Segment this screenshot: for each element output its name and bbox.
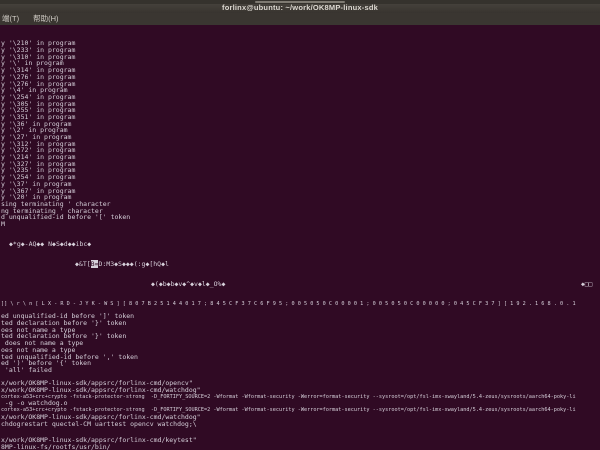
terminal-line: y '\272' in program: [1, 147, 576, 154]
terminal-line: y '\27' in program: [1, 134, 576, 141]
terminal-line: y '\314' in program: [1, 67, 576, 74]
terminal-line: y '\235' in program: [1, 167, 576, 174]
terminal-line: d unqualified-id before '[' token: [1, 214, 576, 221]
desktop-screen: forlinx@ubuntu: ~/work/OK8MP-linux-sdk 端…: [0, 0, 600, 450]
menu-list: 端(T) 帮助(H): [0, 13, 600, 25]
menu-item-terminal[interactable]: 端(T): [0, 13, 26, 25]
terminal-line: y '\210' in program: [1, 40, 576, 47]
stray-error-block: y '\210' in programy '\233' in programy …: [1, 27, 576, 321]
terminal-line: y '\36' in program: [1, 121, 576, 128]
terminal-screen[interactable]: y '\210' in programy '\233' in programy …: [0, 25, 600, 450]
terminal-line: y '\2' in program: [1, 127, 576, 134]
terminal-line: y '\4' in program: [1, 87, 576, 94]
terminal-line: y '\327' in program: [1, 161, 576, 168]
terminal-menubar: 端(T) 帮助(H): [0, 13, 600, 25]
terminal-line: y '\310' in program: [1, 54, 576, 61]
terminal-line: y '\312' in program: [1, 141, 576, 148]
terminal-line: y '\233' in program: [1, 47, 576, 54]
terminal-line: y '\305' in program: [1, 101, 576, 108]
garbled-glyph-marker: ◆□□: [581, 282, 592, 289]
terminal-line: y '\276' in program: [1, 81, 576, 88]
terminal-line: cortex-a53+crc+crypto -fstack-protector-…: [1, 394, 576, 401]
garbled-line-with-inverse: ◆&T[B=D:M3◆S◆◆◆(:g◆[hQ◆l: [1, 261, 576, 268]
garbled-line: ◆*g◆-AQ◆◆ N◆S◆d◆◆ibc◆: [1, 241, 576, 248]
terminal-line: M: [1, 221, 576, 228]
terminal-line: y '\214' in program: [1, 154, 576, 161]
tail-path-block: x/work/OK8MP-linux-sdk/appsrc/forlinx-cm…: [1, 424, 197, 450]
terminal-line: y '\351' in program: [1, 114, 576, 121]
terminal-line: x/work/OK8MP-linux-sdk/appsrc/forlinx-cm…: [1, 387, 576, 394]
garbled-line: ◆(◆b◆b◆v◆^◆v◆l◆_O%◆: [1, 281, 576, 288]
terminal-line: y '\254' in program: [1, 94, 576, 101]
terminal-line: y '\' in program: [1, 60, 576, 67]
menu-item-help[interactable]: 帮助(H): [26, 13, 65, 25]
window-titlebar[interactable]: forlinx@ubuntu: ~/work/OK8MP-linux-sdk: [0, 0, 600, 14]
terminal-line: y '\367' in program: [1, 188, 576, 195]
terminal-line: y '\37' in program: [1, 181, 576, 188]
window-title: forlinx@ubuntu: ~/work/OK8MP-linux-sdk: [0, 3, 600, 12]
terminal-line: y '\276' in program: [1, 74, 576, 81]
terminal-line: y '\254' in program: [1, 174, 576, 181]
terminal-line: -g -o watchdog.o: [1, 400, 576, 407]
terminal-line: y '\255' in program: [1, 107, 576, 114]
